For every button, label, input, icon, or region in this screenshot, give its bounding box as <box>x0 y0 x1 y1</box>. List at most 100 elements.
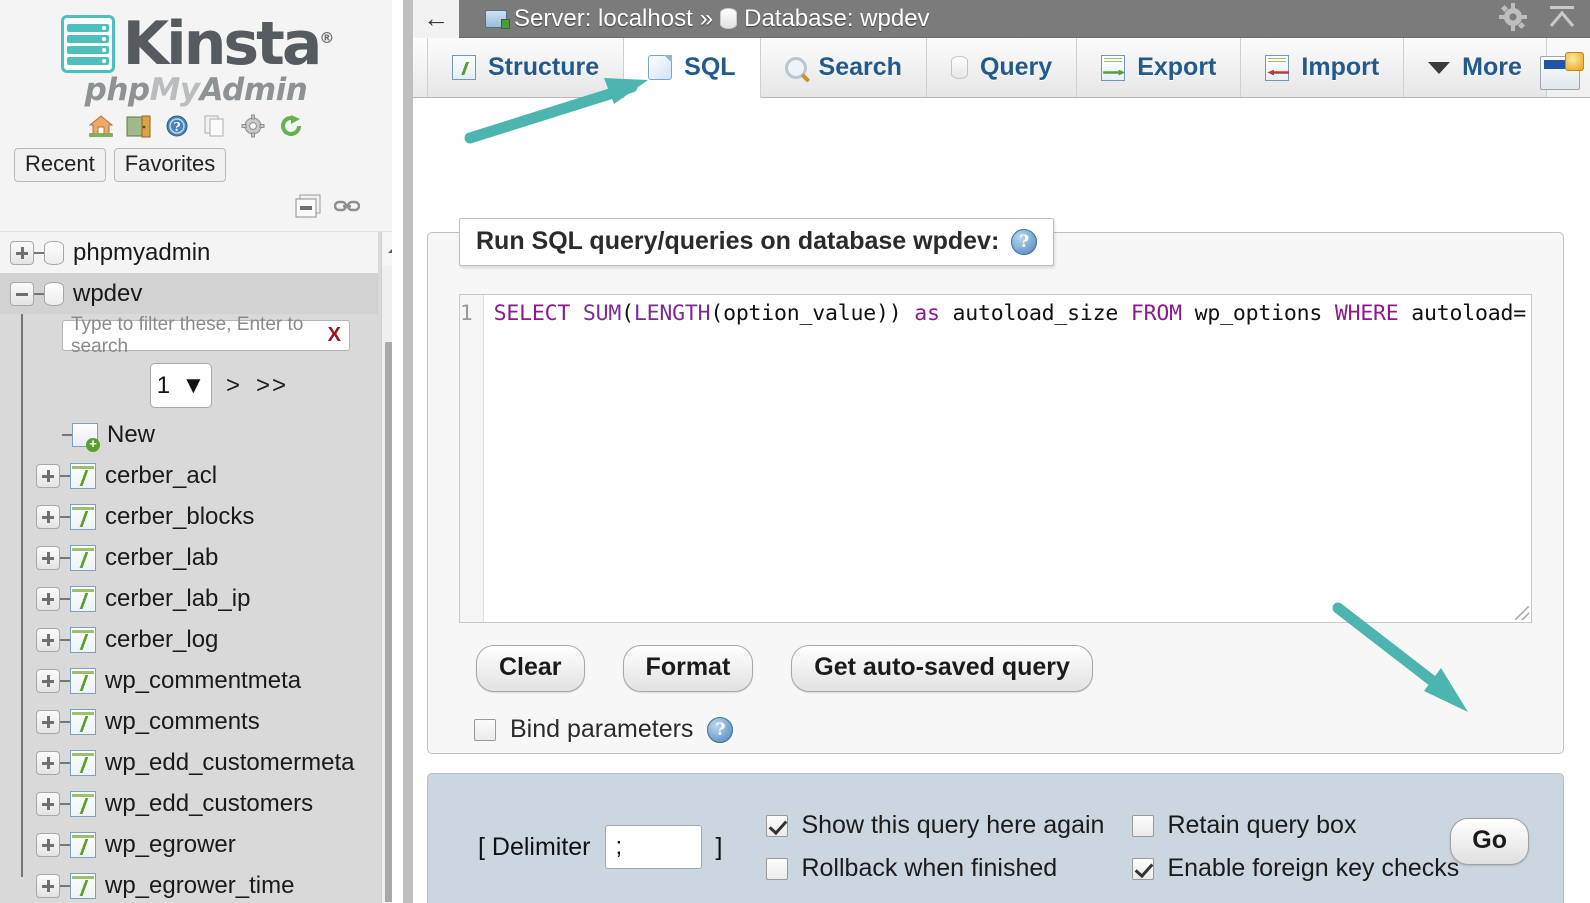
rollback-when-finished-option[interactable]: Rollback when finished <box>766 854 1104 883</box>
logout-icon[interactable] <box>126 114 152 138</box>
retain-query-box-option[interactable]: Retain query box <box>1132 811 1459 840</box>
get-autosaved-query-button[interactable]: Get auto-saved query <box>791 645 1093 692</box>
table-icon <box>70 627 96 653</box>
tree-item-label: phpmyadmin <box>73 239 210 267</box>
favorites-button[interactable]: Favorites <box>114 148 226 182</box>
tree-item-label: wp_comments <box>105 708 260 736</box>
last-page-link[interactable]: >> <box>256 372 288 400</box>
tree-item-table[interactable]: cerber_lab_ip <box>0 578 378 619</box>
tree-item-table[interactable]: wp_edd_customers <box>0 783 378 824</box>
collapse-icon[interactable] <box>1548 4 1576 35</box>
tab-label: SQL <box>684 53 735 82</box>
database-icon <box>720 8 737 29</box>
editor-resize-grip[interactable] <box>1515 606 1529 620</box>
new-table-icon <box>72 423 98 447</box>
enable-foreign-key-checks-checkbox[interactable] <box>1132 858 1154 880</box>
tree-item-table[interactable]: wp_commentmeta <box>0 660 378 701</box>
expand-phpmyadmin-icon[interactable] <box>10 241 34 265</box>
gear-icon[interactable] <box>1498 2 1528 37</box>
expand-table-icon[interactable] <box>36 710 60 734</box>
collapse-all-icon[interactable] <box>294 192 324 225</box>
tree-item-table[interactable]: cerber_blocks <box>0 496 378 537</box>
retain-query-box-checkbox[interactable] <box>1132 815 1154 837</box>
docs-icon[interactable]: ? <box>164 114 190 138</box>
tree-item-wpdev[interactable]: wpdev <box>0 273 378 314</box>
settings-icon[interactable] <box>240 114 266 138</box>
tab-import[interactable]: Import <box>1241 38 1404 97</box>
expand-table-icon[interactable] <box>36 628 60 652</box>
breadcrumb-server[interactable]: Server: localhost <box>514 5 693 33</box>
tree-item-label: cerber_lab <box>105 544 218 572</box>
home-icon[interactable] <box>88 114 114 138</box>
expand-table-icon[interactable] <box>36 505 60 529</box>
expand-table-icon[interactable] <box>36 587 60 611</box>
tab-structure[interactable]: Structure <box>427 38 624 97</box>
console-icon[interactable] <box>1540 56 1580 90</box>
tab-label: Structure <box>488 53 599 82</box>
expand-table-icon[interactable] <box>36 546 60 570</box>
rollback-when-finished-checkbox[interactable] <box>766 858 788 880</box>
breadcrumb-database[interactable]: Database: wpdev <box>744 5 929 33</box>
show-query-again-option[interactable]: Show this query here again <box>766 811 1104 840</box>
enable-foreign-key-checks-option[interactable]: Enable foreign key checks <box>1132 854 1459 883</box>
page-select[interactable]: 1 ▼ <box>150 363 212 408</box>
line-number: 1 <box>460 301 473 325</box>
sidebar-nav-icons: ? <box>0 112 392 140</box>
next-page-link[interactable]: > <box>226 372 242 400</box>
tree-item-table[interactable]: wp_comments <box>0 701 378 742</box>
link-icon[interactable] <box>334 196 360 221</box>
tree-item-phpmyadmin[interactable]: phpmyadmin <box>0 232 378 273</box>
bind-parameters-checkbox[interactable] <box>474 719 496 741</box>
expand-table-icon[interactable] <box>36 751 60 775</box>
go-button[interactable]: Go <box>1450 818 1529 865</box>
delimiter-open-bracket: [ Delimiter <box>478 833 591 862</box>
sql-query-editor[interactable]: 1 SELECT SUM(LENGTH(option_value)) as au… <box>459 294 1532 623</box>
tree-item-table[interactable]: wp_egrower <box>0 824 378 865</box>
table-list: cerber_aclcerber_blocks cerber_lab cerber_… <box>0 455 378 903</box>
tree-item-label: wp_egrower <box>105 831 236 859</box>
clear-filter-icon[interactable]: X <box>328 324 341 347</box>
expand-table-icon[interactable] <box>36 833 60 857</box>
expand-table-icon[interactable] <box>36 792 60 816</box>
sql-icon <box>648 55 672 80</box>
expand-table-icon[interactable] <box>36 874 60 898</box>
collapse-wpdev-icon[interactable] <box>10 282 34 306</box>
table-icon <box>70 504 96 530</box>
tree-item-table[interactable]: cerber_acl <box>0 455 378 496</box>
tab-export[interactable]: Export <box>1077 38 1241 97</box>
sidebar-scrollbar[interactable] <box>381 232 392 903</box>
tree-pagination: 1 ▼ > >> <box>0 353 378 414</box>
kinsta-logo[interactable]: Kinsta® <box>0 0 392 78</box>
tab-query[interactable]: Query <box>927 38 1077 97</box>
query-icon <box>951 56 968 79</box>
sql-query-text[interactable]: SELECT SUM(LENGTH(option_value)) as auto… <box>484 295 1532 622</box>
copy-icon[interactable] <box>202 114 228 138</box>
tree-item-table[interactable]: cerber_lab <box>0 537 378 578</box>
table-filter-input[interactable]: Type to filter these, Enter to search X <box>62 320 350 351</box>
database-tree: phpmyadmin wpdev Type to filter these, E… <box>0 232 378 903</box>
recent-button[interactable]: Recent <box>14 148 106 182</box>
delimiter-input[interactable]: ; <box>605 825 702 869</box>
help-icon[interactable]: ? <box>707 717 733 743</box>
tab-sql[interactable]: SQL <box>624 38 760 98</box>
table-icon <box>70 791 96 817</box>
tree-item-table[interactable]: cerber_log <box>0 619 378 660</box>
tab-more[interactable]: More <box>1404 38 1547 97</box>
back-button[interactable]: ← <box>413 0 459 38</box>
clear-button[interactable]: Clear <box>476 645 585 692</box>
expand-table-icon[interactable] <box>36 464 60 488</box>
format-button[interactable]: Format <box>623 645 754 692</box>
scroll-up-icon[interactable] <box>382 232 392 266</box>
tree-item-new[interactable]: New <box>0 414 378 455</box>
tree-item-table[interactable]: wp_egrower_time <box>0 865 378 903</box>
reload-icon[interactable] <box>278 114 304 138</box>
sidebar-resize-handle[interactable] <box>403 0 413 903</box>
tree-item-table[interactable]: wp_edd_customermeta <box>0 742 378 783</box>
help-icon[interactable]: ? <box>1011 229 1037 255</box>
sql-option-checkboxes: Show this query here again Retain query … <box>766 811 1459 883</box>
expand-table-icon[interactable] <box>36 669 60 693</box>
scrollbar-thumb[interactable] <box>385 342 392 902</box>
show-query-again-checkbox[interactable] <box>766 815 788 837</box>
tab-search[interactable]: Search <box>761 38 927 97</box>
option-label: Show this query here again <box>801 811 1104 840</box>
